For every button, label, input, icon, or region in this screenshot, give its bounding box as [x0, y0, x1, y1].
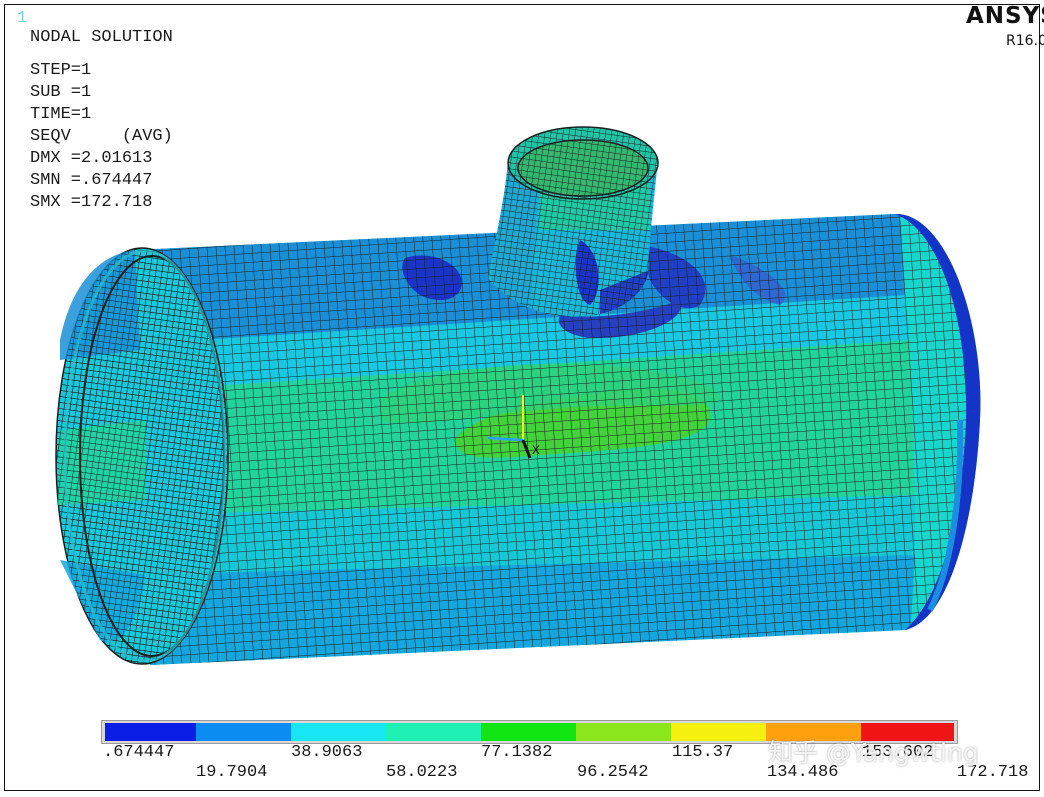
info-step: STEP=1 [30, 61, 92, 80]
model-viewport[interactable]: X [0, 0, 1044, 797]
info-time: TIME=1 [30, 105, 92, 124]
legend-cell [386, 723, 481, 741]
legend-cell [291, 723, 386, 741]
info-smx: SMX =172.718 [30, 193, 153, 212]
legend-cell [481, 723, 576, 741]
legend-tick-bottom: 58.0223 [386, 763, 458, 782]
info-smn: SMN =.674447 [30, 171, 153, 190]
release-label: R16.0 [1006, 33, 1044, 49]
watermark: 知乎 @Yangwting [768, 738, 979, 767]
legend-tick-bottom: 19.7904 [196, 763, 268, 782]
legend-tick-bottom: 96.2542 [577, 763, 649, 782]
triad-x-label: X [532, 443, 540, 458]
info-seqv: SEQV (AVG) [30, 127, 173, 146]
legend-tick-top: 77.1382 [481, 743, 553, 762]
legend-cell [105, 723, 196, 741]
info-sub: SUB =1 [30, 83, 92, 102]
legend-cell [576, 723, 671, 741]
info-dmx: DMX =2.01613 [30, 149, 153, 168]
solution-title: NODAL SOLUTION [30, 28, 173, 47]
legend-tick-top: 115.37 [672, 743, 734, 762]
legend-cell [671, 723, 766, 741]
ansys-logo: ANSYS [966, 3, 1044, 29]
legend-tick-top: .674447 [103, 743, 175, 762]
legend-tick-top: 38.9063 [291, 743, 363, 762]
legend-cell [196, 723, 291, 741]
